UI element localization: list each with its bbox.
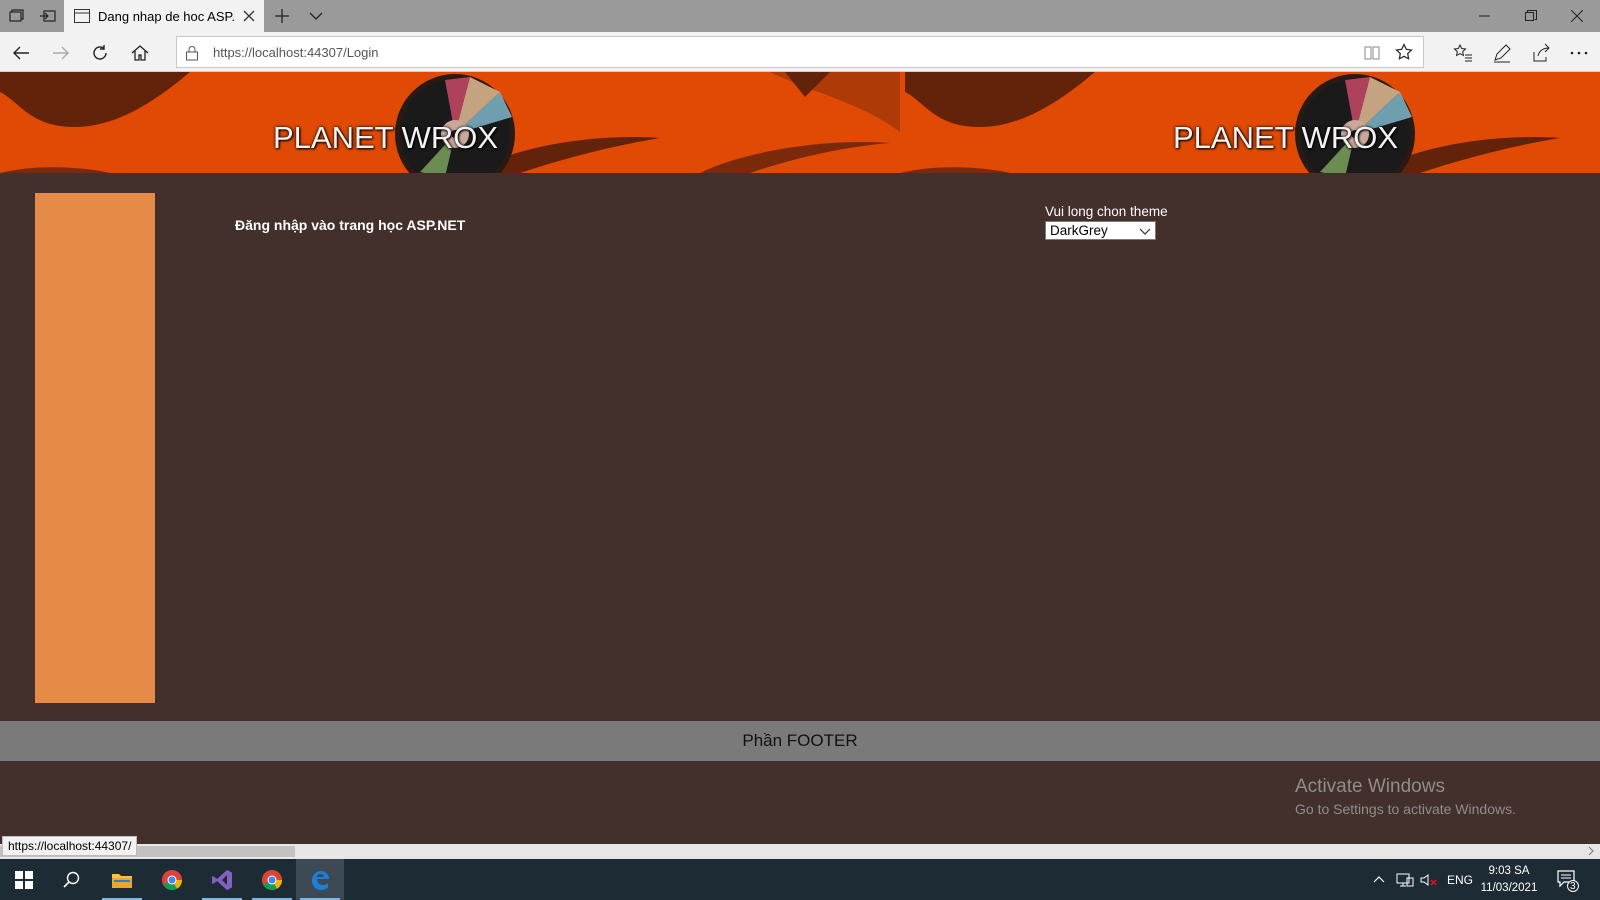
windows-taskbar: ENG 9:03 SA 11/03/2021 3 [0, 859, 1600, 900]
status-url-tooltip: https://localhost:44307/ [2, 836, 138, 856]
notification-count-badge: 3 [1570, 881, 1576, 892]
page-bottom-area: Activate Windows Go to Settings to activ… [0, 761, 1600, 844]
share-icon[interactable] [1530, 42, 1552, 64]
refresh-icon[interactable] [89, 42, 111, 64]
login-heading: Đăng nhập vào trang học ASP.NET [235, 217, 466, 233]
page-content: Đăng nhập vào trang học ASP.NET Vui long… [0, 173, 1600, 721]
restore-icon [1525, 10, 1537, 21]
start-button[interactable] [0, 859, 48, 900]
pen-notes-icon[interactable] [1491, 42, 1513, 64]
page-footer: Phần FOOTER [0, 721, 1600, 761]
page-icon [74, 9, 90, 23]
banner-title: PLANET WROX [273, 120, 499, 155]
site-header-banner: PLANET WROX PLANET WROX [0, 72, 1600, 173]
tab-manager-icon[interactable] [6, 6, 26, 26]
close-tab-icon[interactable] [242, 9, 256, 23]
more-options-icon[interactable] [1568, 42, 1590, 64]
clock[interactable]: 9:03 SA 11/03/2021 [1474, 863, 1544, 897]
search-button[interactable] [48, 859, 96, 900]
new-tab-icon[interactable] [272, 6, 292, 26]
favorites-hub-icon[interactable] [1452, 42, 1474, 64]
theme-selected-value: DarkGrey [1050, 223, 1108, 238]
clock-date: 11/03/2021 [1480, 882, 1538, 894]
activate-windows-title: Activate Windows [1295, 776, 1445, 797]
address-bar[interactable]: https://localhost:44307/Login [176, 36, 1424, 68]
restore-button[interactable] [1508, 0, 1554, 32]
horizontal-scrollbar[interactable] [0, 844, 1600, 859]
volume-tray [1420, 859, 1438, 900]
edge-icon [312, 870, 329, 890]
taskbar-edge[interactable] [296, 859, 344, 900]
reading-view-icon[interactable] [1363, 44, 1381, 62]
chevron-up-icon[interactable] [1372, 873, 1386, 887]
forward-icon[interactable] [50, 42, 72, 64]
chevron-down-icon [1139, 228, 1151, 235]
language-indicator[interactable]: ENG [1447, 873, 1473, 887]
close-window-button[interactable] [1554, 0, 1600, 32]
visual-studio-icon [212, 869, 232, 890]
windows-logo-icon [15, 870, 33, 889]
set-tabs-aside-icon[interactable] [38, 6, 58, 26]
volume-muted-icon[interactable] [1420, 872, 1438, 888]
network-tray [1396, 859, 1414, 900]
favorite-star-icon[interactable] [1395, 43, 1413, 61]
minimize-button[interactable] [1462, 0, 1508, 32]
back-icon[interactable] [10, 42, 32, 64]
banner-title-repeat: PLANET WROX [1173, 120, 1399, 155]
address-toolbar: https://localhost:44307/Login [0, 32, 1600, 72]
close-icon [1571, 10, 1583, 22]
minimize-icon [1479, 15, 1490, 17]
tab-title: Dang nhap de hoc ASP. [98, 8, 236, 24]
tab-list-chevron-icon[interactable] [306, 6, 326, 26]
browser-tab-bar: Dang nhap de hoc ASP. [0, 0, 1600, 32]
sidebar [35, 193, 155, 703]
clock-time: 9:03 SA [1488, 865, 1530, 877]
activate-windows-subtitle: Go to Settings to activate Windows. [1295, 801, 1516, 817]
language-tray: ENG [1447, 859, 1473, 900]
system-tray [1372, 859, 1386, 900]
search-icon [63, 871, 80, 888]
url-text: https://localhost:44307/Login [213, 45, 379, 60]
active-tab[interactable]: Dang nhap de hoc ASP. [64, 0, 264, 32]
theme-select[interactable]: DarkGrey [1045, 221, 1156, 240]
taskbar-file-explorer[interactable] [98, 859, 146, 900]
network-icon[interactable] [1396, 872, 1414, 888]
notification-center-icon[interactable] [1556, 868, 1580, 892]
chrome-icon [262, 869, 283, 890]
taskbar-visual-studio[interactable] [198, 859, 246, 900]
footer-text: Phần FOOTER [742, 731, 858, 750]
theme-label: Vui long chon theme [1045, 204, 1168, 219]
chrome-icon [162, 869, 183, 890]
folder-icon [112, 873, 132, 888]
scroll-right-arrow-icon[interactable] [1586, 845, 1596, 857]
home-icon[interactable] [129, 42, 151, 64]
taskbar-chrome-2[interactable] [248, 859, 296, 900]
lock-icon [186, 46, 198, 61]
taskbar-chrome[interactable] [148, 859, 196, 900]
